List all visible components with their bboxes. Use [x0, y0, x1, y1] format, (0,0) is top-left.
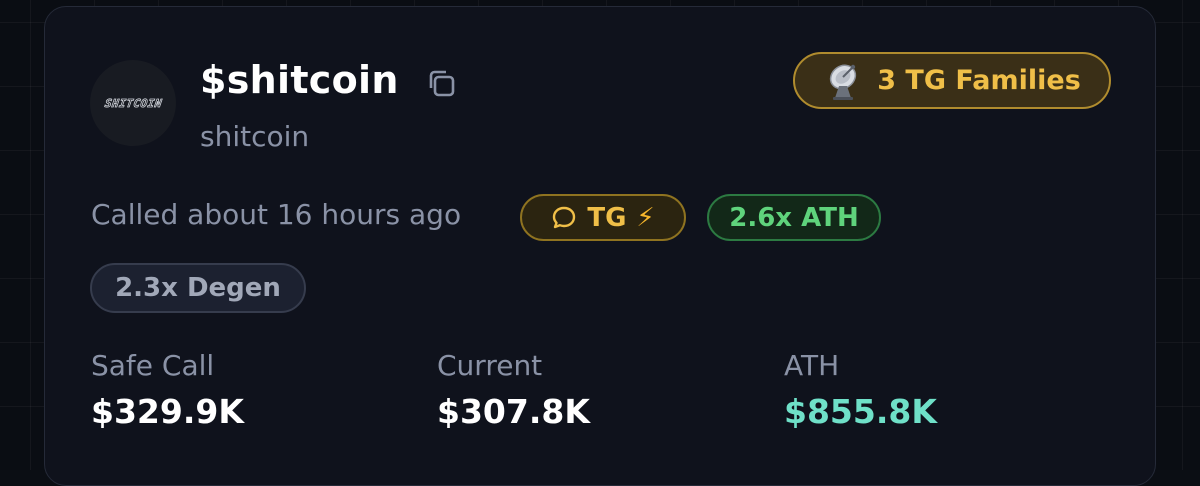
avatar-logo-text: SHITCOIN [103, 96, 163, 110]
stat-safe-call-value: $329.9K [91, 392, 244, 431]
stat-current: Current $307.8K [437, 349, 590, 431]
token-ticker: $shitcoin [200, 58, 399, 102]
ath-multiplier-badge: 2.6x ATH [707, 194, 881, 241]
degen-multiplier-label: 2.3x Degen [115, 273, 281, 303]
stat-ath-value: $855.8K [784, 392, 937, 431]
lightning-icon: ⚡ [636, 202, 655, 233]
stat-safe-call-label: Safe Call [91, 349, 215, 382]
token-avatar: SHITCOIN [90, 60, 176, 146]
chat-bubble-icon [553, 206, 576, 228]
token-name: shitcoin [200, 120, 310, 153]
stat-current-value: $307.8K [437, 392, 590, 431]
tg-source-badge[interactable]: TG ⚡ [520, 194, 686, 241]
tg-families-label: 3 TG Families [877, 65, 1081, 96]
degen-multiplier-badge: 2.3x Degen [90, 263, 306, 313]
copy-icon[interactable] [424, 66, 458, 100]
ath-multiplier-label: 2.6x ATH [729, 202, 859, 233]
tg-families-badge[interactable]: 3 TG Families [793, 52, 1111, 109]
satellite-dish-icon [830, 64, 857, 100]
stat-ath-label: ATH [784, 349, 840, 382]
stat-safe-call: Safe Call $329.9K [91, 349, 244, 431]
called-time-text: Called about 16 hours ago [91, 198, 462, 231]
stat-ath: ATH $855.8K [784, 349, 937, 431]
stat-current-label: Current [437, 349, 543, 382]
tg-badge-label: TG [587, 202, 627, 233]
